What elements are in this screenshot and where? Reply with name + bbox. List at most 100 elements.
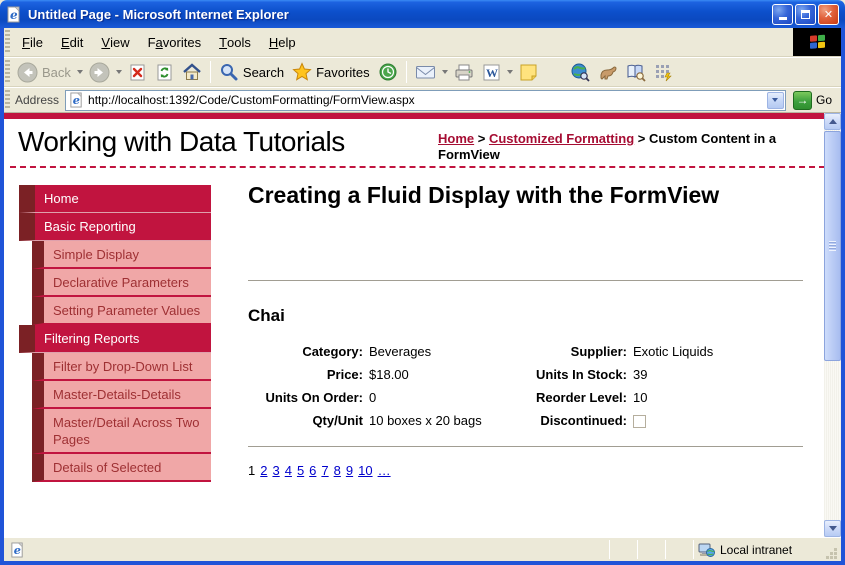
- address-dropdown-button[interactable]: [767, 92, 784, 109]
- address-input[interactable]: e http://localhost:1392/Code/CustomForma…: [65, 90, 786, 111]
- book-search-icon: [626, 63, 646, 82]
- go-arrow-icon[interactable]: →: [793, 91, 812, 110]
- edit-with-word-button[interactable]: W: [478, 61, 505, 84]
- sidebar-item-simple-display[interactable]: Simple Display: [32, 241, 211, 269]
- search-button[interactable]: Search: [215, 60, 288, 84]
- resize-grip-handle[interactable]: [824, 546, 839, 561]
- field-value: 10: [630, 386, 803, 409]
- site-title: Working with Data Tutorials: [18, 126, 345, 163]
- mail-dropdown[interactable]: [440, 70, 450, 74]
- pager-page-link[interactable]: 3: [272, 463, 279, 478]
- pager-page-link[interactable]: 6: [309, 463, 316, 478]
- back-button[interactable]: Back: [13, 60, 75, 85]
- menu-favorites[interactable]: Favorites: [139, 28, 211, 56]
- sidebar-item-filtering-reports[interactable]: Filtering Reports: [19, 325, 211, 353]
- print-button[interactable]: [450, 61, 478, 84]
- notes-button[interactable]: [515, 61, 542, 84]
- security-zone-label: Local intranet: [720, 543, 792, 557]
- toolbar-grid-button[interactable]: [650, 61, 677, 84]
- pager-page-link[interactable]: 10: [358, 463, 372, 478]
- go-label: Go: [816, 93, 832, 107]
- breadcrumb-separator: >: [638, 131, 646, 146]
- close-button[interactable]: ✕: [818, 4, 839, 25]
- mail-button[interactable]: [411, 61, 440, 83]
- field-value: 0: [366, 386, 518, 409]
- breadcrumb-link-home[interactable]: Home: [438, 131, 474, 146]
- grid-tool-icon: [654, 63, 673, 82]
- favorites-button[interactable]: Favorites: [288, 60, 373, 84]
- sidebar-item-master-details-details[interactable]: Master-Details-Details: [32, 381, 211, 409]
- stop-icon: [128, 63, 147, 82]
- scrollbar-thumb[interactable]: [824, 131, 841, 361]
- toolbar-separator: [210, 61, 211, 83]
- page-title: Creating a Fluid Display with the FormVi…: [248, 182, 738, 209]
- svg-text:e: e: [73, 93, 80, 107]
- print-icon: [454, 63, 474, 82]
- pager-page-link[interactable]: 2: [260, 463, 267, 478]
- breadcrumb-link-customized-formatting[interactable]: Customized Formatting: [489, 131, 634, 146]
- research-dog-icon: [598, 63, 618, 81]
- menu-tools[interactable]: Tools: [210, 28, 260, 56]
- stop-button[interactable]: [124, 61, 151, 84]
- sidebar-item-master-detail-across-two-pages[interactable]: Master/Detail Across Two Pages: [32, 409, 211, 454]
- book-search-button[interactable]: [622, 61, 650, 84]
- standard-buttons-toolbar: Back Search Favorites: [4, 57, 841, 87]
- notes-icon: [519, 63, 538, 82]
- favorites-star-icon: [292, 62, 312, 82]
- field-value: [630, 409, 803, 432]
- sidebar-item-details-of-selected[interactable]: Details of Selected: [32, 454, 211, 482]
- pager-page-link[interactable]: 4: [285, 463, 292, 478]
- toolbar-grip-handle[interactable]: [5, 60, 10, 84]
- field-label: Supplier:: [518, 340, 630, 363]
- sidebar-item-declarative-parameters[interactable]: Declarative Parameters: [32, 269, 211, 297]
- pager-page-link[interactable]: 9: [346, 463, 353, 478]
- ie-page-icon: e: [10, 542, 25, 558]
- sidebar-item-basic-reporting[interactable]: Basic Reporting: [19, 213, 211, 241]
- sidebar-item-filter-by-drop-down-list[interactable]: Filter by Drop-Down List: [32, 353, 211, 381]
- pager-page-link[interactable]: 5: [297, 463, 304, 478]
- page-viewport: Working with Data Tutorials Home > Custo…: [4, 113, 841, 537]
- addressbar-grip-handle[interactable]: [5, 90, 10, 110]
- scroll-down-button[interactable]: [824, 520, 841, 537]
- maximize-button[interactable]: [795, 4, 816, 25]
- go-button-group[interactable]: → Go: [786, 91, 836, 110]
- pager-page-link[interactable]: 7: [321, 463, 328, 478]
- menu-file[interactable]: File: [13, 28, 52, 56]
- title-bar: e Untitled Page - Microsoft Internet Exp…: [0, 0, 845, 28]
- forward-button[interactable]: [85, 60, 114, 85]
- globe-search-button[interactable]: [566, 60, 594, 84]
- back-arrow-icon: [17, 62, 38, 83]
- scrollbar-track[interactable]: [824, 130, 841, 520]
- security-zone-pane: Local intranet: [694, 538, 824, 561]
- windows-flag-throbber: [793, 28, 841, 56]
- status-pane: [666, 538, 693, 561]
- toolbar-separator: [406, 61, 407, 83]
- minimize-button[interactable]: [772, 4, 793, 25]
- address-label: Address: [13, 93, 65, 107]
- menubar-grip-handle[interactable]: [5, 30, 10, 54]
- table-row: Units On Order: 0 Reorder Level: 10: [248, 386, 803, 409]
- pager-page-link[interactable]: 8: [334, 463, 341, 478]
- field-label: Category:: [248, 340, 366, 363]
- menu-help[interactable]: Help: [260, 28, 305, 56]
- table-row: Category: Beverages Supplier: Exotic Liq…: [248, 340, 803, 363]
- horizontal-rule: [248, 446, 803, 448]
- menu-view[interactable]: View: [92, 28, 138, 56]
- pager-ellipsis-link[interactable]: …: [378, 463, 391, 478]
- field-label: Discontinued:: [518, 409, 630, 432]
- status-pane: [610, 538, 637, 561]
- back-dropdown[interactable]: [75, 70, 85, 74]
- edit-dropdown[interactable]: [505, 70, 515, 74]
- refresh-button[interactable]: [151, 61, 178, 84]
- forward-dropdown[interactable]: [114, 70, 124, 74]
- sidebar-item-setting-parameter-values[interactable]: Setting Parameter Values: [32, 297, 211, 325]
- home-button[interactable]: [178, 60, 206, 84]
- discontinued-checkbox[interactable]: [633, 415, 646, 428]
- scroll-up-button[interactable]: [824, 113, 841, 130]
- vertical-scrollbar: [824, 113, 841, 537]
- menu-edit[interactable]: Edit: [52, 28, 92, 56]
- research-dog-button[interactable]: [594, 61, 622, 83]
- sidebar-nav: Home Basic Reporting Simple Display Decl…: [19, 185, 211, 482]
- sidebar-item-home[interactable]: Home: [19, 185, 211, 213]
- history-button[interactable]: [374, 60, 402, 84]
